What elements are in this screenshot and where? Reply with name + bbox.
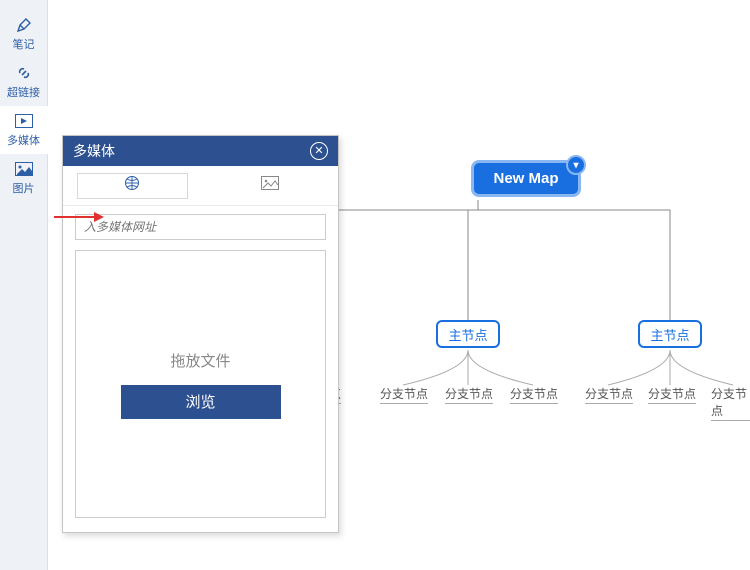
root-node-label: New Map (493, 170, 558, 187)
mindmap-root-node[interactable]: New Map (471, 160, 581, 197)
mindmap-sub-node[interactable]: 分支节点 (711, 385, 750, 421)
sidebar-item-label: 笔记 (13, 36, 35, 52)
sidebar: 笔记 超链接 多媒体 图片 (0, 0, 48, 570)
close-button[interactable]: ✕ (310, 142, 328, 160)
mindmap-main-node[interactable]: 主节点 (436, 320, 500, 348)
mindmap-main-node[interactable]: 主节点 (638, 320, 702, 348)
tab-web-url[interactable] (77, 173, 188, 199)
sidebar-item-notes[interactable]: 笔记 (0, 10, 48, 58)
sidebar-item-label: 超链接 (7, 84, 40, 100)
annotation-arrow (54, 216, 102, 218)
sidebar-item-label: 图片 (13, 180, 35, 196)
mindmap-sub-node[interactable]: 分支节点 (445, 385, 493, 404)
image-icon (15, 160, 33, 178)
close-icon: ✕ (314, 146, 323, 157)
url-input-row (63, 206, 338, 240)
file-drop-area[interactable]: 拖放文件 浏览 (75, 250, 326, 518)
main-node-label: 主节点 (448, 325, 487, 344)
media-url-input[interactable] (75, 214, 326, 240)
pencil-icon (15, 16, 33, 34)
tab-image[interactable] (216, 173, 325, 199)
mindmap-sub-node[interactable]: 分支节点 (380, 385, 428, 404)
drop-hint-text: 拖放文件 (170, 350, 230, 371)
media-panel: 多媒体 ✕ 拖放文件 浏览 (62, 135, 339, 533)
link-icon (15, 64, 33, 82)
browse-button-label: 浏览 (185, 391, 215, 412)
image-icon (261, 176, 279, 195)
media-icon (15, 112, 33, 130)
mindmap-sub-node[interactable]: 分支节点 (510, 385, 558, 404)
sidebar-item-hyperlink[interactable]: 超链接 (0, 58, 48, 106)
main-node-label: 主节点 (650, 325, 689, 344)
sidebar-item-image[interactable]: 图片 (0, 154, 48, 202)
mindmap-sub-node[interactable]: 分支节点 (585, 385, 633, 404)
panel-tabs (63, 166, 338, 206)
panel-header: 多媒体 ✕ (63, 136, 338, 166)
browse-button[interactable]: 浏览 (121, 385, 281, 419)
sidebar-item-media[interactable]: 多媒体 (0, 106, 48, 154)
sidebar-item-label: 多媒体 (7, 132, 40, 148)
globe-icon (124, 175, 140, 196)
mindmap-sub-node[interactable]: 分支节点 (648, 385, 696, 404)
panel-title: 多媒体 (73, 141, 115, 161)
